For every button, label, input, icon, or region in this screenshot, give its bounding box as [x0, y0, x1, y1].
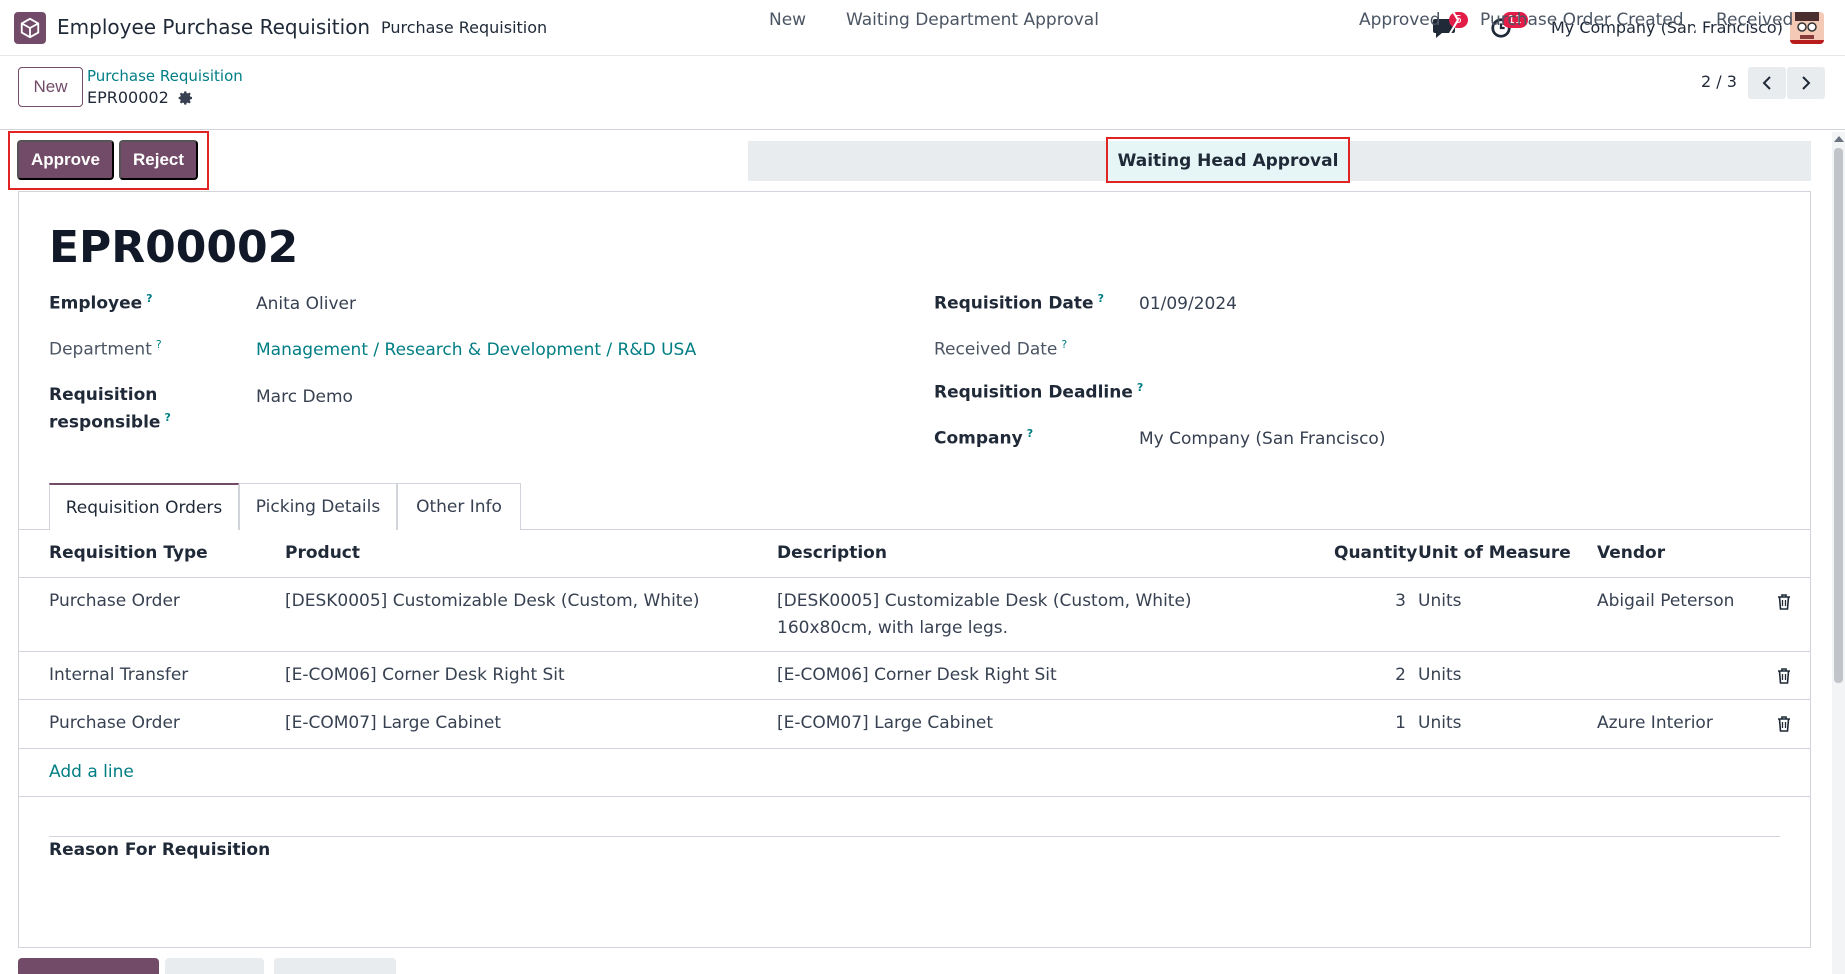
record-title[interactable]: EPR00002	[49, 222, 298, 273]
scroll-up-arrow-icon[interactable]	[1834, 136, 1844, 142]
stage-purchase-order-created[interactable]: Purchase Order Created	[1480, 0, 1684, 40]
cell-unit-of-measure[interactable]: Units	[1418, 591, 1461, 611]
received-date-label: Received Date?	[934, 338, 1068, 360]
cell-description-line1[interactable]: [E-COM07] Large Cabinet	[777, 713, 993, 733]
help-icon[interactable]: ?	[1137, 381, 1143, 394]
trash-icon[interactable]	[1777, 668, 1791, 684]
requisition-date-label: Requisition Date?	[934, 292, 1104, 314]
requisition-date-value[interactable]: 01/09/2024	[1139, 294, 1237, 314]
breadcrumb-current: EPR00002	[87, 88, 194, 107]
stage-separator	[1688, 0, 1702, 40]
tab-picking-details[interactable]: Picking Details	[239, 483, 397, 530]
help-icon[interactable]: ?	[146, 292, 152, 305]
department-label: Department?	[49, 338, 162, 360]
stage-waiting-head-approval[interactable]: Waiting Head Approval	[1108, 141, 1348, 181]
activities-button[interactable]	[274, 958, 396, 974]
cell-requisition-type[interactable]: Purchase Order	[49, 591, 180, 611]
column-header-product[interactable]: Product	[285, 543, 360, 563]
pager-previous-button[interactable]	[1748, 67, 1786, 99]
cell-product[interactable]: [E-COM06] Corner Desk Right Sit	[285, 665, 565, 685]
column-header-description[interactable]: Description	[777, 543, 887, 563]
reason-for-requisition-label: Reason For Requisition	[49, 840, 271, 860]
requisition-deadline-label: Requisition Deadline?	[934, 381, 1144, 403]
department-value[interactable]: Management / Research & Development / R&…	[256, 340, 696, 360]
tab-requisition-orders[interactable]: Requisition Orders	[49, 483, 239, 530]
new-button[interactable]: New	[18, 67, 83, 107]
table-footer-divider	[18, 796, 1811, 797]
add-line-link[interactable]: Add a line	[49, 762, 134, 782]
requisition-responsible-label-line2: responsible?	[49, 411, 171, 433]
pager-next-button[interactable]	[1787, 67, 1825, 99]
trash-icon[interactable]	[1777, 716, 1791, 732]
header-divider	[0, 129, 1845, 130]
stage-waiting-department-approval[interactable]: Waiting Department Approval	[846, 0, 1099, 40]
app-title[interactable]: Employee Purchase Requisition	[57, 15, 370, 39]
cell-vendor[interactable]: Azure Interior	[1597, 713, 1713, 733]
app-logo-icon[interactable]	[14, 12, 46, 44]
table-header-divider	[18, 577, 1811, 578]
cell-description-line1[interactable]: [DESK0005] Customizable Desk (Custom, Wh…	[777, 591, 1192, 611]
scrollbar-thumb[interactable]	[1834, 148, 1843, 683]
trash-icon[interactable]	[1777, 594, 1791, 610]
cell-quantity[interactable]: 2	[1380, 665, 1406, 685]
user-avatar[interactable]	[1790, 12, 1824, 44]
cell-requisition-type[interactable]: Internal Transfer	[49, 665, 188, 685]
column-header-vendor[interactable]: Vendor	[1597, 543, 1665, 563]
chevron-right-icon	[1802, 76, 1811, 90]
stage-new[interactable]: New	[769, 0, 806, 40]
requisition-responsible-value[interactable]: Marc Demo	[256, 387, 353, 407]
tab-other-info[interactable]: Other Info	[397, 483, 521, 530]
reason-divider	[49, 836, 1780, 837]
cell-description-line1[interactable]: [E-COM06] Corner Desk Right Sit	[777, 665, 1057, 685]
help-icon[interactable]: ?	[164, 411, 170, 424]
breadcrumb-current-label: EPR00002	[87, 88, 169, 107]
cell-product[interactable]: [E-COM07] Large Cabinet	[285, 713, 501, 733]
requisition-responsible-label-line1: Requisition	[49, 385, 158, 405]
help-icon[interactable]: ?	[156, 338, 162, 351]
company-value[interactable]: My Company (San Francisco)	[1139, 429, 1385, 449]
column-header-unit-of-measure[interactable]: Unit of Measure	[1418, 543, 1571, 563]
employee-value[interactable]: Anita Oliver	[256, 294, 356, 314]
help-icon[interactable]: ?	[1098, 292, 1104, 305]
cell-quantity[interactable]: 3	[1380, 591, 1406, 611]
stage-approved[interactable]: Approved	[1359, 0, 1441, 40]
cell-vendor[interactable]: Abigail Peterson	[1597, 591, 1734, 611]
employee-label: Employee?	[49, 292, 153, 314]
help-icon[interactable]: ?	[1061, 338, 1067, 351]
log-note-button[interactable]	[165, 958, 264, 974]
gear-icon[interactable]	[178, 90, 194, 106]
company-label: Company?	[934, 427, 1034, 449]
row-divider	[18, 748, 1811, 749]
send-message-button[interactable]	[18, 958, 159, 974]
stage-received[interactable]: Received	[1716, 0, 1793, 40]
cell-unit-of-measure[interactable]: Units	[1418, 713, 1461, 733]
reject-button[interactable]: Reject	[119, 140, 198, 180]
menu-purchase-requisition[interactable]: Purchase Requisition	[381, 18, 547, 37]
row-divider	[18, 699, 1811, 700]
cell-product[interactable]: [DESK0005] Customizable Desk (Custom, Wh…	[285, 591, 700, 611]
cell-quantity[interactable]: 1	[1380, 713, 1406, 733]
row-divider	[18, 651, 1811, 652]
cell-requisition-type[interactable]: Purchase Order	[49, 713, 180, 733]
pager-value[interactable]: 2 / 3	[1701, 72, 1737, 91]
stage-separator	[1446, 0, 1460, 40]
stage-separator	[820, 0, 834, 40]
column-header-quantity[interactable]: Quantity	[1334, 543, 1417, 563]
breadcrumb-parent-link[interactable]: Purchase Requisition	[87, 67, 243, 85]
cell-description-line2[interactable]: 160x80cm, with large legs.	[777, 618, 1008, 638]
help-icon[interactable]: ?	[1027, 427, 1033, 440]
cell-unit-of-measure[interactable]: Units	[1418, 665, 1461, 685]
column-header-requisition-type[interactable]: Requisition Type	[49, 543, 208, 563]
approve-button[interactable]: Approve	[17, 140, 114, 180]
stage-separator	[1095, 0, 1109, 40]
chevron-left-icon	[1762, 76, 1771, 90]
